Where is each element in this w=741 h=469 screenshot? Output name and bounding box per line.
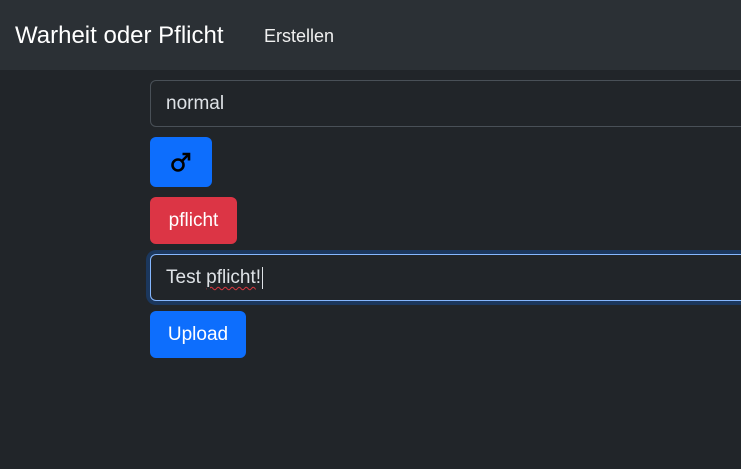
type-pflicht-button[interactable]: pflicht — [150, 197, 237, 244]
text-input-suffix: ! — [255, 267, 262, 288]
text-input-value: Test pflicht! — [166, 255, 741, 300]
text-caret — [262, 266, 264, 289]
category-select-value: normal — [166, 93, 225, 114]
spellcheck-word: pflicht — [206, 267, 256, 288]
navbar-brand[interactable]: Warheit oder Pflicht — [15, 20, 224, 52]
male-symbol-icon — [171, 152, 191, 172]
text-input-prefix: Test — [166, 267, 207, 288]
nav-link-erstellen[interactable]: Erstellen — [264, 24, 334, 48]
gender-toggle-button[interactable] — [150, 137, 212, 187]
upload-button[interactable]: Upload — [150, 311, 246, 358]
text-input[interactable]: Test pflicht! — [150, 254, 741, 301]
navbar: Warheit oder Pflicht Erstellen — [0, 0, 741, 70]
category-select[interactable]: normal — [150, 80, 741, 127]
